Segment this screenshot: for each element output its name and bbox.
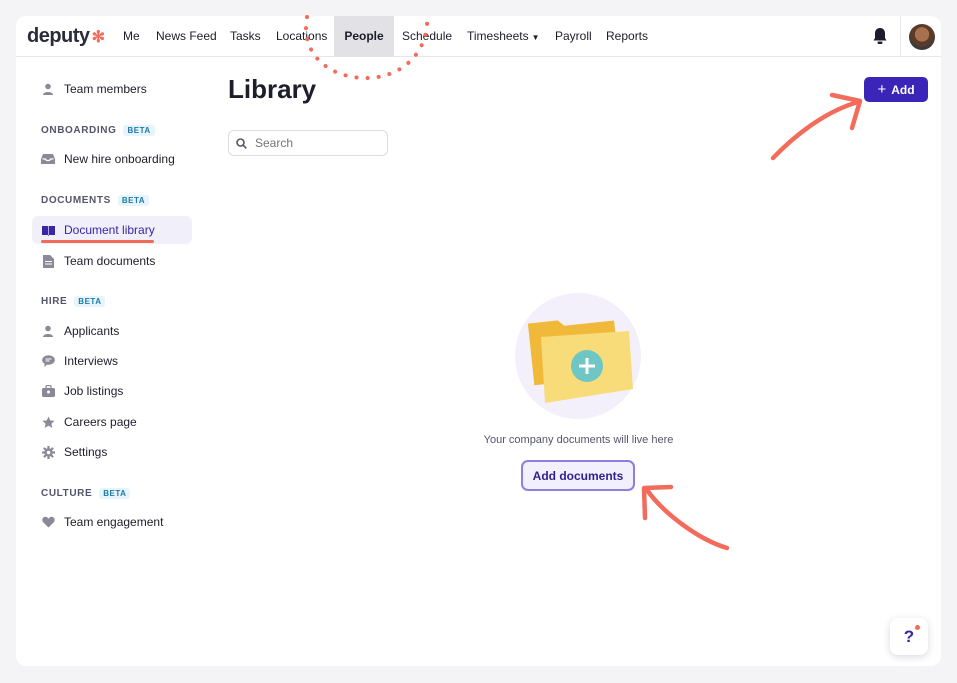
sidebar-item-interviews[interactable]: Interviews xyxy=(32,347,192,375)
bell-icon[interactable] xyxy=(872,27,888,45)
sidebar-item-settings[interactable]: Settings xyxy=(32,438,192,466)
section-onboarding: ONBOARDING BETA xyxy=(41,125,155,136)
beta-badge: BETA xyxy=(117,195,150,206)
nav-timesheets[interactable]: Timesheets ▼ xyxy=(458,16,549,57)
document-icon xyxy=(41,254,55,268)
inbox-icon xyxy=(41,152,55,166)
section-onboarding-label: ONBOARDING xyxy=(41,125,117,136)
sidebar-item-label: Document library xyxy=(64,223,155,237)
heart-icon xyxy=(41,515,55,529)
search-field[interactable] xyxy=(228,130,388,156)
sidebar-item-label: Team documents xyxy=(64,254,156,268)
star-icon xyxy=(41,415,55,429)
deputy-logo[interactable]: deputy ✻ xyxy=(27,25,105,48)
chat-icon xyxy=(41,354,55,368)
section-hire-label: HIRE xyxy=(41,296,68,307)
section-culture-label: CULTURE xyxy=(41,488,93,499)
sidebar-item-team-engagement[interactable]: Team engagement xyxy=(32,508,192,536)
nav-me[interactable]: Me xyxy=(114,16,149,57)
nav-schedule[interactable]: Schedule xyxy=(393,16,461,57)
person-icon xyxy=(41,324,55,338)
sidebar-item-label: New hire onboarding xyxy=(64,152,175,166)
sidebar-item-label: Careers page xyxy=(64,415,137,429)
nav-news-feed[interactable]: News Feed xyxy=(147,16,226,57)
nav-locations[interactable]: Locations xyxy=(267,16,336,57)
search-icon xyxy=(236,137,247,149)
caret-down-icon: ▼ xyxy=(531,33,540,42)
add-documents-button[interactable]: Add documents xyxy=(521,460,635,491)
top-nav: deputy ✻ Me News Feed Tasks Locations Peo… xyxy=(16,16,941,57)
sidebar-item-label: Team members xyxy=(64,82,147,96)
avatar[interactable] xyxy=(909,24,935,50)
folder-illustration xyxy=(515,293,641,419)
beta-badge: BETA xyxy=(99,488,131,499)
nav-reports[interactable]: Reports xyxy=(597,16,657,57)
person-icon xyxy=(41,82,55,96)
page-title: Library xyxy=(228,74,317,104)
book-icon xyxy=(41,223,55,237)
nav-payroll[interactable]: Payroll xyxy=(546,16,601,57)
briefcase-icon xyxy=(41,384,55,398)
sidebar-item-new-hire-onboarding[interactable]: New hire onboarding xyxy=(32,145,192,173)
annotation-underline xyxy=(41,240,154,243)
sidebar-item-label: Team engagement xyxy=(64,515,164,529)
nav-people[interactable]: People xyxy=(334,16,394,57)
add-button[interactable]: + Add xyxy=(864,77,928,102)
section-culture: CULTURE BETA xyxy=(41,488,131,499)
help-button[interactable]: ? xyxy=(890,618,928,655)
section-documents: DOCUMENTS BETA xyxy=(41,195,150,206)
notification-dot xyxy=(915,625,920,630)
gear-icon xyxy=(41,445,55,459)
nav-timesheets-label: Timesheets xyxy=(467,29,529,43)
app-window: deputy ✻ Me News Feed Tasks Locations Peo… xyxy=(16,16,941,666)
section-hire: HIRE BETA xyxy=(41,296,106,307)
question-icon: ? xyxy=(903,626,915,646)
search-input[interactable] xyxy=(255,136,375,150)
beta-badge: BETA xyxy=(123,125,155,136)
nav-tasks[interactable]: Tasks xyxy=(221,16,270,57)
plus-icon: + xyxy=(877,81,887,98)
sidebar-item-careers-page[interactable]: Careers page xyxy=(32,408,192,436)
nav-divider xyxy=(900,16,901,57)
sidebar-item-label: Settings xyxy=(64,445,108,459)
sidebar-item-team-members[interactable]: Team members xyxy=(32,75,192,103)
sidebar-item-label: Job listings xyxy=(64,384,124,398)
sidebar-item-applicants[interactable]: Applicants xyxy=(32,317,192,345)
sidebar-item-label: Interviews xyxy=(64,354,119,368)
beta-badge: BETA xyxy=(74,296,106,307)
sidebar-item-job-listings[interactable]: Job listings xyxy=(32,377,192,405)
section-documents-label: DOCUMENTS xyxy=(41,195,111,206)
logo-star-icon: ✻ xyxy=(91,29,105,46)
add-button-label: Add xyxy=(891,82,915,97)
empty-state-text: Your company documents will live here xyxy=(483,434,674,446)
sidebar-item-label: Applicants xyxy=(64,324,120,338)
sidebar-item-team-documents[interactable]: Team documents xyxy=(32,247,192,275)
